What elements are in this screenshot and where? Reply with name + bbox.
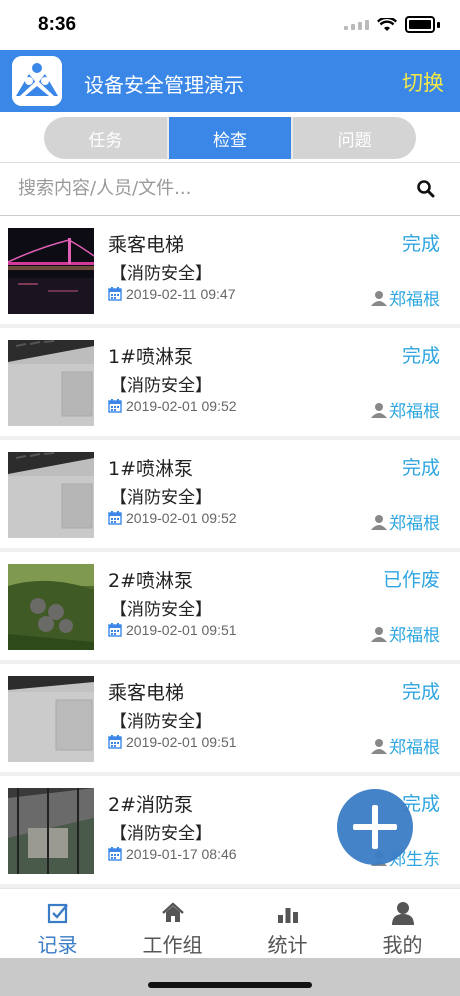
record-list: 乘客电梯 【消防安全】 2019-02-11 09:47 完成 郑福根 1#喷淋… bbox=[0, 216, 460, 888]
item-status: 已作废 bbox=[382, 569, 440, 591]
status-icons bbox=[344, 16, 440, 33]
calendar-icon bbox=[108, 735, 122, 749]
user-icon bbox=[371, 290, 387, 306]
home-icon bbox=[161, 902, 184, 922]
status-time: 8:36 bbox=[38, 14, 77, 35]
search-bar bbox=[0, 162, 460, 216]
item-user: 郑福根 bbox=[371, 621, 440, 646]
app-header: 设备安全管理演示 切换 bbox=[0, 50, 460, 112]
item-user: 郑福根 bbox=[371, 397, 440, 422]
user-icon bbox=[371, 738, 387, 754]
nav-item-profile[interactable]: 我的 bbox=[345, 889, 460, 959]
calendar-icon bbox=[108, 511, 122, 525]
item-status: 完成 bbox=[401, 345, 440, 367]
tab-issues[interactable]: 问题 bbox=[291, 117, 416, 159]
bottom-nav: 记录 工作组 统计 我的 bbox=[0, 888, 460, 959]
item-title: 1#喷淋泵 bbox=[108, 458, 194, 480]
nav-item-statistics[interactable]: 统计 bbox=[230, 889, 345, 959]
thumbnail-image bbox=[8, 564, 94, 650]
item-user-name: 郑福根 bbox=[389, 514, 440, 534]
item-user: 郑福根 bbox=[371, 733, 440, 758]
nav-item-workgroup[interactable]: 工作组 bbox=[115, 889, 230, 959]
item-title: 2#喷淋泵 bbox=[108, 570, 194, 592]
status-bar: 8:36 bbox=[0, 0, 460, 50]
list-item[interactable]: 1#喷淋泵 【消防安全】 2019-02-01 09:52 完成 郑福根 bbox=[0, 440, 460, 548]
calendar-icon bbox=[108, 399, 122, 413]
item-user: 郑福根 bbox=[371, 509, 440, 534]
calendar-icon bbox=[108, 847, 122, 861]
item-date: 2019-02-01 09:52 bbox=[108, 510, 237, 526]
item-user-name: 郑福根 bbox=[389, 402, 440, 422]
nav-label: 记录 bbox=[37, 933, 78, 957]
signal-icon bbox=[344, 19, 369, 30]
list-item[interactable]: 1#喷淋泵 【消防安全】 2019-02-01 09:52 完成 郑福根 bbox=[0, 328, 460, 436]
add-button[interactable] bbox=[337, 789, 413, 865]
thumbnail-image bbox=[8, 228, 94, 314]
tab-inspection[interactable]: 检查 bbox=[166, 117, 292, 159]
search-icon[interactable] bbox=[416, 179, 436, 199]
list-item[interactable]: 乘客电梯 【消防安全】 2019-02-11 09:47 完成 郑福根 bbox=[0, 216, 460, 324]
item-title: 乘客电梯 bbox=[108, 234, 185, 256]
item-category: 【消防安全】 bbox=[110, 488, 212, 508]
item-user: 郑福根 bbox=[371, 285, 440, 310]
item-date: 2019-02-01 09:51 bbox=[108, 622, 237, 638]
item-category: 【消防安全】 bbox=[110, 712, 212, 732]
nav-item-records[interactable]: 记录 bbox=[0, 889, 115, 959]
item-date-text: 2019-01-17 08:46 bbox=[126, 846, 237, 862]
item-date: 2019-01-17 08:46 bbox=[108, 846, 237, 862]
item-user-name: 郑福根 bbox=[389, 626, 440, 646]
item-user-name: 郑福根 bbox=[389, 290, 440, 310]
wifi-icon bbox=[377, 17, 397, 31]
item-category: 【消防安全】 bbox=[110, 824, 212, 844]
checkbox-icon bbox=[47, 903, 68, 924]
user-icon bbox=[391, 902, 414, 925]
nav-label: 工作组 bbox=[142, 933, 203, 957]
item-date-text: 2019-02-01 09:52 bbox=[126, 398, 237, 414]
user-icon bbox=[371, 402, 387, 418]
bar-chart-icon bbox=[277, 908, 298, 923]
item-date-text: 2019-02-01 09:51 bbox=[126, 622, 237, 638]
list-item[interactable]: 2#喷淋泵 【消防安全】 2019-02-01 09:51 已作废 郑福根 bbox=[0, 552, 460, 660]
item-user-name: 郑福根 bbox=[389, 738, 440, 758]
battery-icon bbox=[405, 16, 435, 33]
thumbnail-image bbox=[8, 340, 94, 426]
user-icon bbox=[371, 514, 387, 530]
item-date: 2019-02-01 09:51 bbox=[108, 734, 237, 750]
item-category: 【消防安全】 bbox=[110, 264, 212, 284]
item-title: 1#喷淋泵 bbox=[108, 346, 194, 368]
app-logo bbox=[12, 56, 62, 106]
home-indicator-area bbox=[0, 958, 460, 996]
segmented-tabs: 任务 检查 问题 bbox=[44, 117, 416, 159]
tab-tasks[interactable]: 任务 bbox=[44, 117, 167, 159]
item-date-text: 2019-02-01 09:51 bbox=[126, 734, 237, 750]
item-date-text: 2019-02-01 09:52 bbox=[126, 510, 237, 526]
home-indicator[interactable] bbox=[148, 982, 312, 988]
thumbnail-image bbox=[8, 676, 94, 762]
list-item[interactable]: 乘客电梯 【消防安全】 2019-02-01 09:51 完成 郑福根 bbox=[0, 664, 460, 772]
thumbnail-image bbox=[8, 452, 94, 538]
item-category: 【消防安全】 bbox=[110, 600, 212, 620]
app-title: 设备安全管理演示 bbox=[84, 73, 244, 97]
item-status: 完成 bbox=[401, 233, 440, 255]
item-category: 【消防安全】 bbox=[110, 376, 212, 396]
tabs-bar: 任务 检查 问题 bbox=[0, 112, 460, 162]
search-input[interactable] bbox=[16, 169, 400, 207]
item-date: 2019-02-11 09:47 bbox=[108, 286, 236, 302]
user-icon bbox=[371, 626, 387, 642]
calendar-icon bbox=[108, 623, 122, 637]
calendar-icon bbox=[108, 287, 122, 301]
item-status: 完成 bbox=[401, 457, 440, 479]
item-title: 乘客电梯 bbox=[108, 682, 185, 704]
switch-button[interactable]: 切换 bbox=[402, 67, 444, 97]
nav-label: 统计 bbox=[267, 933, 308, 957]
item-date: 2019-02-01 09:52 bbox=[108, 398, 237, 414]
thumbnail-image bbox=[8, 788, 94, 874]
item-title: 2#消防泵 bbox=[108, 794, 194, 816]
item-status: 完成 bbox=[401, 681, 440, 703]
item-date-text: 2019-02-11 09:47 bbox=[126, 286, 236, 302]
nav-label: 我的 bbox=[382, 933, 423, 957]
